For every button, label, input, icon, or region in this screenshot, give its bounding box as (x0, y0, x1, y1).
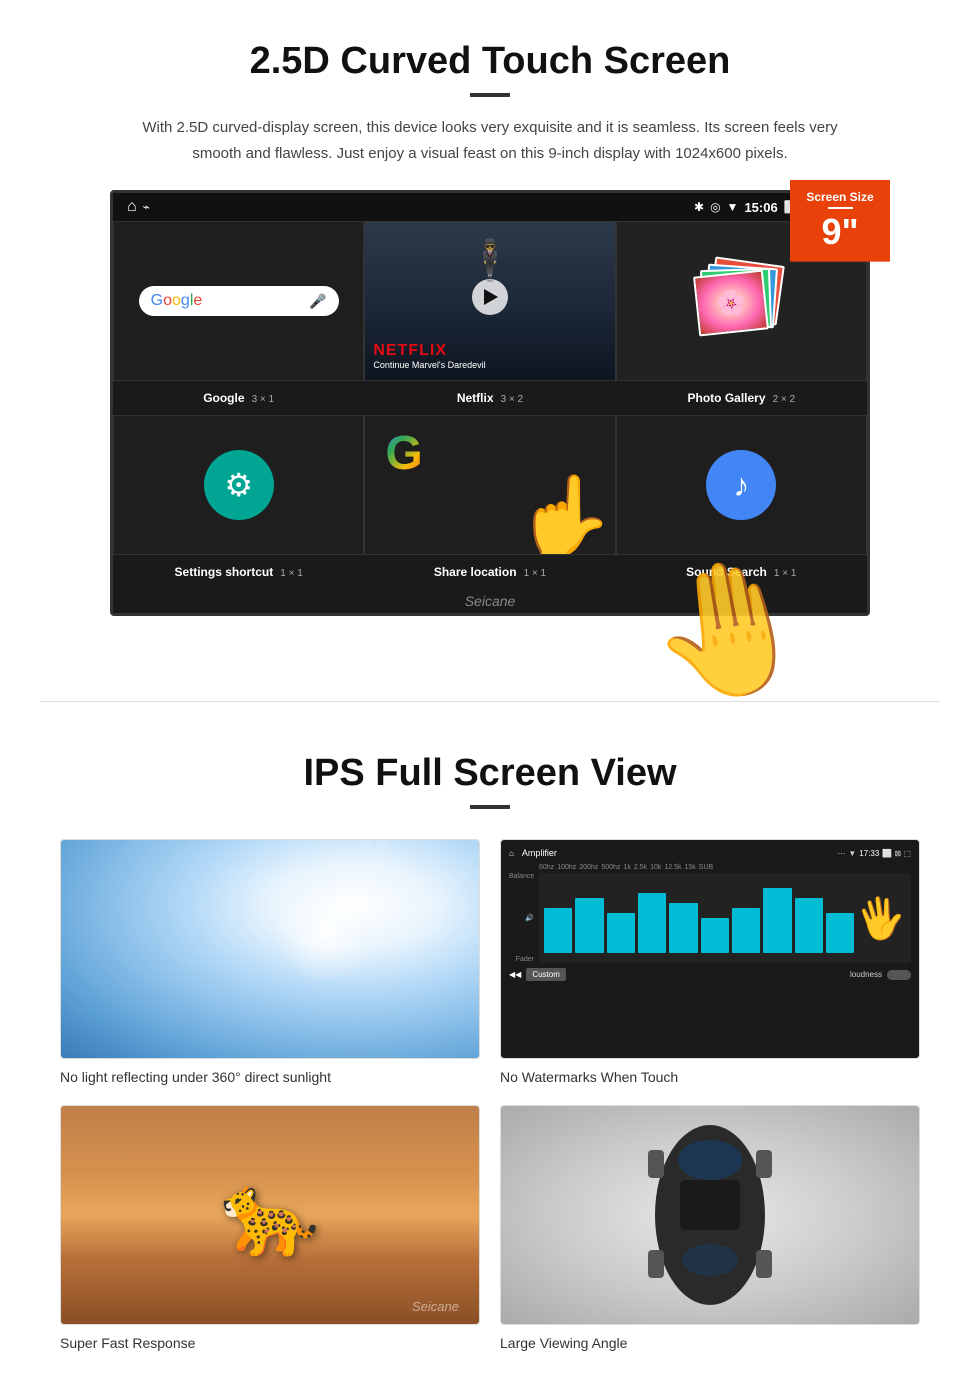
google-label: Google 3 × 1 (113, 387, 364, 409)
app-grid-bottom: ⚙ G 👆 ♪ (113, 415, 867, 555)
hand-pointing-icon: 👆 (515, 470, 615, 555)
share-location-cell[interactable]: G 👆 (364, 415, 615, 555)
screen-wrapper: Screen Size 9" ⌂ ⌁ ✱ ◎ ▼ 15:06 ⬜ 🔊 ⊠ ⬚ (60, 190, 920, 621)
amplifier-caption: No Watermarks When Touch (500, 1069, 920, 1085)
sunlight-visual (61, 840, 479, 1058)
custom-btn[interactable]: Custom (526, 968, 566, 981)
google-app-cell[interactable]: Google 🎤 (113, 221, 364, 381)
sunlight-caption: No light reflecting under 360° direct su… (60, 1069, 480, 1085)
cheetah-watermark: Seicane (412, 1299, 459, 1314)
ips-item-cheetah: 🐆 Seicane Super Fast Response (60, 1105, 480, 1351)
cheetah-visual: 🐆 Seicane (61, 1106, 479, 1324)
music-note-icon: ♪ (733, 467, 749, 504)
gear-icon: ⚙ (224, 466, 253, 504)
google-logo: Google (151, 292, 203, 310)
amp-title: Amplifier (522, 848, 557, 858)
home-icon: ⌂ (127, 198, 137, 216)
cheetah-icon: 🐆 (220, 1168, 320, 1262)
netflix-brand: NETFLIX (373, 342, 485, 360)
netflix-thumbnail: 🕴 NETFLIX Continue Marvel's Daredevil (365, 222, 614, 380)
bluetooth-icon: ✱ (694, 200, 704, 214)
play-button[interactable] (472, 279, 508, 315)
photo-stack: 🌸 (701, 261, 781, 341)
g-maps-letter: G (385, 426, 422, 481)
ips-title-underline (470, 805, 510, 809)
ips-item-sunlight: No light reflecting under 360° direct su… (60, 839, 480, 1085)
ips-title: IPS Full Screen View (60, 752, 920, 795)
sound-search-label: Sound Search 1 × 1 (616, 561, 867, 583)
photo-gallery-label: Photo Gallery 2 × 2 (616, 387, 867, 409)
sunlight-image (60, 839, 480, 1059)
amplifier-visual: ⌂ Amplifier ⋯ ▼ 17:33 ⬜ ⊠ ⬚ 60hz100hz200… (501, 840, 919, 1058)
netflix-label-row: Netflix 3 × 2 (364, 387, 615, 409)
status-time: 15:06 (744, 200, 777, 215)
share-location-label: Share location 1 × 1 (364, 561, 615, 583)
amp-arrow-left: ◀◀ (509, 970, 521, 979)
cheetah-image: 🐆 Seicane (60, 1105, 480, 1325)
cheetah-caption: Super Fast Response (60, 1335, 480, 1351)
curved-description: With 2.5D curved-display screen, this de… (140, 115, 840, 166)
app-label-row-top: Google 3 × 1 Netflix 3 × 2 Photo Gallery… (113, 381, 867, 415)
flower-icon: 🌸 (696, 272, 767, 335)
title-underline (470, 93, 510, 97)
section-curved: 2.5D Curved Touch Screen With 2.5D curve… (0, 0, 980, 651)
car-visual (501, 1106, 919, 1324)
badge-size: 9" (804, 212, 876, 252)
amp-bottom-bar: ◀◀ Custom loudness (509, 968, 911, 981)
ips-item-amplifier: ⌂ Amplifier ⋯ ▼ 17:33 ⬜ ⊠ ⬚ 60hz100hz200… (500, 839, 920, 1085)
section-ips: IPS Full Screen View No light reflecting… (0, 752, 980, 1391)
car-caption: Large Viewing Angle (500, 1335, 920, 1351)
section-divider (40, 701, 940, 702)
amp-dots: ⋯ (837, 849, 845, 858)
car-top-svg (630, 1115, 790, 1315)
amp-wifi-icon: ▼ (848, 849, 856, 858)
netflix-app-cell[interactable]: 🕴 NETFLIX Continue Marvel's Daredevil (364, 221, 615, 381)
play-triangle-icon (484, 289, 498, 305)
settings-label: Settings shortcut 1 × 1 (113, 561, 364, 583)
netflix-label: NETFLIX Continue Marvel's Daredevil (373, 342, 485, 370)
app-label-row-bottom: Settings shortcut 1 × 1 Share location 1… (113, 555, 867, 589)
screen-mock: ⌂ ⌁ ✱ ◎ ▼ 15:06 ⬜ 🔊 ⊠ ⬚ (110, 190, 870, 616)
settings-icon-circle: ⚙ (204, 450, 274, 520)
usb-icon: ⌁ (143, 200, 150, 214)
ips-item-car: Large Viewing Angle (500, 1105, 920, 1351)
curved-title: 2.5D Curved Touch Screen (60, 40, 920, 83)
signal-icon: ▼ (727, 200, 739, 214)
amp-home-icon: ⌂ (509, 849, 514, 858)
app-grid-top: Google 🎤 🕴 (113, 221, 867, 381)
toggle-switch[interactable] (887, 970, 911, 980)
amp-icons: ⬜ ⊠ ⬚ (882, 849, 911, 858)
location-icon: ◎ (710, 200, 720, 214)
sound-icon-circle: ♪ (706, 450, 776, 520)
google-search-bar[interactable]: Google 🎤 (139, 286, 339, 316)
screen-size-badge: Screen Size 9" (790, 180, 890, 262)
sound-search-cell[interactable]: ♪ (616, 415, 867, 555)
screen-watermark: Seicane (113, 589, 867, 613)
amplifier-image: ⌂ Amplifier ⋯ ▼ 17:33 ⬜ ⊠ ⬚ 60hz100hz200… (500, 839, 920, 1059)
mic-icon[interactable]: 🎤 (309, 293, 326, 310)
netflix-subtitle: Continue Marvel's Daredevil (373, 360, 485, 370)
settings-app-cell[interactable]: ⚙ (113, 415, 364, 555)
amp-time: 17:33 (859, 849, 879, 858)
status-bar: ⌂ ⌁ ✱ ◎ ▼ 15:06 ⬜ 🔊 ⊠ ⬚ (113, 193, 867, 221)
photo-card-4: 🌸 (693, 270, 769, 337)
car-image (500, 1105, 920, 1325)
amp-header: ⌂ Amplifier ⋯ ▼ 17:33 ⬜ ⊠ ⬚ (509, 848, 911, 858)
amp-loudness: loudness (850, 970, 882, 979)
ips-grid: No light reflecting under 360° direct su… (60, 839, 920, 1351)
badge-label: Screen Size (804, 190, 876, 204)
